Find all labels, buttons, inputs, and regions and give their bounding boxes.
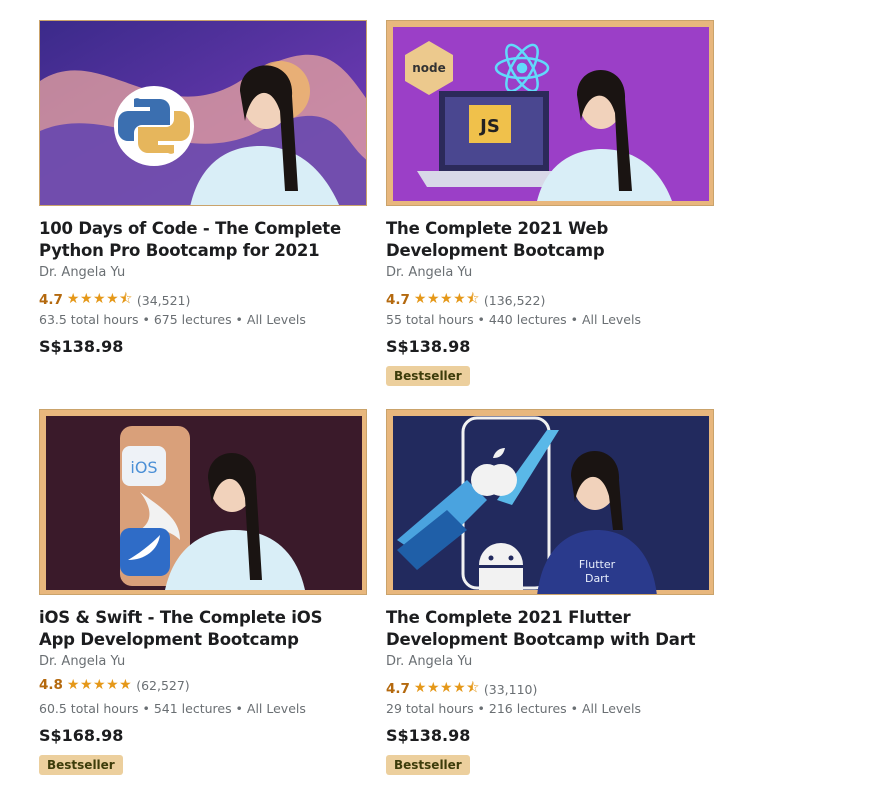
course-thumbnail[interactable]: node JS [386, 20, 714, 206]
ios-logo-icon: iOS [122, 446, 166, 486]
course-author: Dr. Angela Yu [39, 265, 126, 280]
course-author: Dr. Angela Yu [386, 265, 473, 280]
course-price: S$138.98 [39, 337, 124, 356]
svg-text:iOS: iOS [130, 458, 157, 477]
bestseller-badge: Bestseller [386, 366, 470, 386]
course-title[interactable]: The Complete 2021 Web Development Bootca… [386, 218, 706, 262]
course-meta: 55 total hours • 440 lectures • All Leve… [386, 312, 641, 327]
rating-value: 4.7 [39, 292, 63, 308]
course-title[interactable]: 100 Days of Code - The Complete Python P… [39, 218, 359, 262]
bestseller-badge: Bestseller [386, 755, 470, 775]
python-logo-icon [114, 86, 194, 166]
review-count: (34,521) [136, 292, 191, 308]
rating-stars-icon: ★★★★⯪ [413, 291, 480, 307]
svg-text:Flutter: Flutter [579, 558, 616, 571]
course-rating: 4.8 ★★★★★ (62,527) [39, 677, 190, 693]
rating-stars-icon: ★★★★⯪ [413, 680, 480, 696]
course-title[interactable]: The Complete 2021 Flutter Development Bo… [386, 607, 706, 651]
rating-value: 4.8 [39, 677, 63, 693]
course-price: S$168.98 [39, 726, 124, 745]
course-thumbnail[interactable]: iOS [39, 409, 367, 595]
course-price: S$138.98 [386, 726, 471, 745]
course-author: Dr. Angela Yu [39, 654, 126, 669]
svg-text:Dart: Dart [585, 572, 610, 585]
svg-text:node: node [412, 61, 446, 75]
course-title[interactable]: iOS & Swift - The Complete iOS App Devel… [39, 607, 359, 651]
review-count: (136,522) [483, 292, 546, 308]
course-author: Dr. Angela Yu [386, 654, 473, 669]
bestseller-badge: Bestseller [39, 755, 123, 775]
svg-text:JS: JS [478, 116, 500, 137]
course-meta: 60.5 total hours • 541 lectures • All Le… [39, 701, 306, 716]
javascript-logo-icon: JS [469, 105, 511, 143]
review-count: (62,527) [136, 677, 190, 693]
course-meta: 63.5 total hours • 675 lectures • All Le… [39, 312, 306, 327]
course-thumbnail[interactable]: Flutter Dart [386, 409, 714, 595]
review-count: (33,110) [483, 681, 538, 697]
course-rating: 4.7 ★★★★⯪ (136,522) [386, 288, 545, 312]
rating-stars-icon: ★★★★⯪ [66, 291, 133, 307]
rating-value: 4.7 [386, 681, 410, 697]
rating-value: 4.7 [386, 292, 410, 308]
course-rating: 4.7 ★★★★⯪ (33,110) [386, 677, 537, 701]
course-thumbnail[interactable] [39, 20, 367, 206]
rating-stars-icon: ★★★★★ [66, 677, 133, 693]
course-price: S$138.98 [386, 337, 471, 356]
course-rating: 4.7 ★★★★⯪ (34,521) [39, 288, 190, 312]
course-meta: 29 total hours • 216 lectures • All Leve… [386, 701, 641, 716]
